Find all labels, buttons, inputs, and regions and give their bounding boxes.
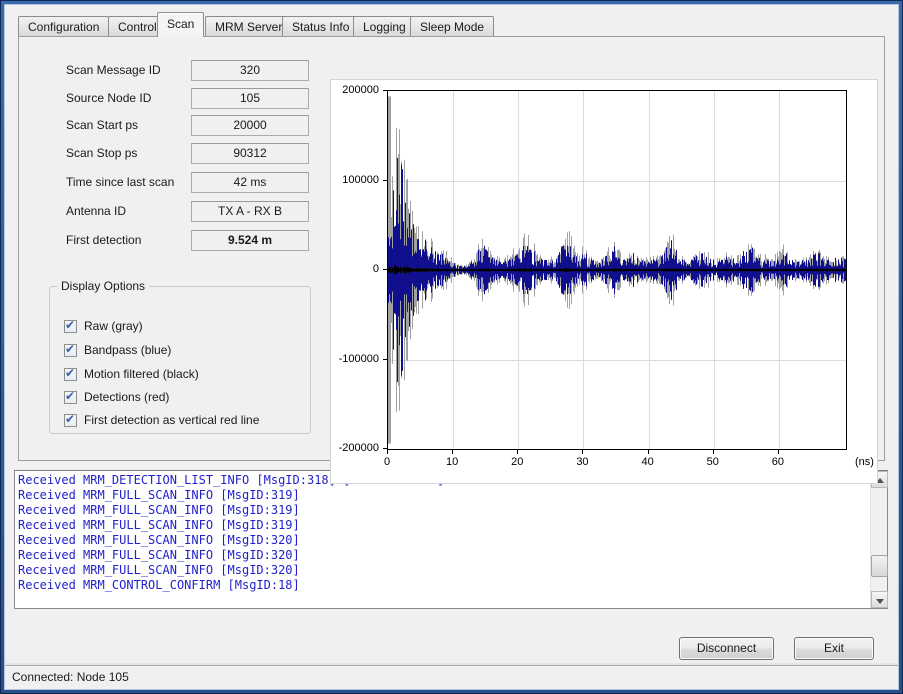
x-axis-unit-label: (ns)	[855, 456, 874, 468]
x-tickmark	[387, 450, 388, 454]
x-tickmark	[713, 450, 714, 454]
arrow-down-icon	[876, 599, 884, 604]
x-tick-label: 60	[761, 456, 795, 468]
checkbox-row-first-detection-line[interactable]: ✔ First detection as vertical red line	[64, 410, 259, 430]
y-tickmark	[383, 180, 387, 181]
first-detection-value[interactable]: 9.524 m	[191, 230, 309, 251]
connection-status-text: Connected: Node 105	[12, 670, 129, 684]
source-node-id-value[interactable]: 105	[191, 88, 309, 109]
checkmark-icon: ✔	[65, 412, 75, 426]
scroll-down-button[interactable]	[871, 591, 888, 608]
tab-mrm-server[interactable]: MRM Server	[205, 16, 292, 37]
tab-logging[interactable]: Logging	[353, 16, 416, 37]
display-options-title: Display Options	[57, 279, 149, 293]
display-options-group: Display Options ✔ Raw (gray) ✔ Bandpass …	[49, 286, 311, 434]
y-tickmark	[383, 90, 387, 91]
y-tickmark	[383, 269, 387, 270]
y-tick-label: -200000	[331, 442, 379, 455]
app-window: Configuration Control Scan MRM Server St…	[0, 0, 903, 694]
x-tick-label: 20	[500, 456, 534, 468]
first-detection-line-checkbox[interactable]: ✔	[64, 414, 77, 427]
y-tickmark	[383, 448, 387, 449]
checkmark-icon: ✔	[65, 366, 75, 380]
log-line: Received MRM_FULL_SCAN_INFO [MsgID:319]	[18, 518, 867, 533]
tab-status-info[interactable]: Status Info	[282, 16, 359, 37]
x-tickmark	[452, 450, 453, 454]
checkmark-icon: ✔	[65, 342, 75, 356]
detections-checkbox-label: Detections (red)	[84, 390, 169, 404]
x-tickmark	[582, 450, 583, 454]
time-since-last-scan-value[interactable]: 42 ms	[191, 172, 309, 193]
raw-checkbox[interactable]: ✔	[64, 320, 77, 333]
x-tick-label: 0	[370, 456, 404, 468]
status-bar: Connected: Node 105	[5, 665, 898, 689]
bandpass-checkbox-label: Bandpass (blue)	[84, 343, 171, 357]
checkmark-icon: ✔	[65, 318, 75, 332]
x-tickmark	[778, 450, 779, 454]
log-line: Received MRM_FULL_SCAN_INFO [MsgID:320]	[18, 548, 867, 563]
x-tick-label: 30	[565, 456, 599, 468]
scan-tab-page: Scan Message ID 320 Source Node ID 105 S…	[18, 36, 885, 461]
checkbox-row-motion-filtered[interactable]: ✔ Motion filtered (black)	[64, 364, 199, 384]
tab-scan[interactable]: Scan	[157, 12, 204, 37]
first-detection-line-checkbox-label: First detection as vertical red line	[84, 413, 259, 427]
scan-waveform-panel: 200000 100000 0 -100000 -200000 0 10 20 30 40 50 6…	[330, 79, 878, 484]
log-line: Received MRM_FULL_SCAN_INFO [MsgID:319]	[18, 488, 867, 503]
scan-stop-label: Scan Stop ps	[66, 143, 196, 164]
source-node-id-label: Source Node ID	[66, 88, 196, 109]
log-lines: Received MRM_DETECTION_LIST_INFO [MsgID:…	[18, 473, 867, 606]
motion-filtered-checkbox[interactable]: ✔	[64, 368, 77, 381]
x-tickmark	[517, 450, 518, 454]
antenna-id-label: Antenna ID	[66, 201, 196, 222]
waveform-svg	[388, 91, 846, 449]
log-line: Received MRM_FULL_SCAN_INFO [MsgID:320]	[18, 563, 867, 578]
time-since-last-scan-label: Time since last scan	[66, 172, 196, 193]
exit-button[interactable]: Exit	[794, 637, 874, 660]
message-log[interactable]: Received MRM_DETECTION_LIST_INFO [MsgID:…	[14, 470, 888, 609]
scrollbar-thumb[interactable]	[871, 555, 888, 577]
x-tickmark	[648, 450, 649, 454]
checkbox-row-raw[interactable]: ✔ Raw (gray)	[64, 316, 143, 336]
log-scrollbar[interactable]	[870, 471, 887, 608]
window-content: Configuration Control Scan MRM Server St…	[5, 5, 898, 689]
scan-message-id-value[interactable]: 320	[191, 60, 309, 81]
x-tick-label: 50	[696, 456, 730, 468]
log-line: Received MRM_FULL_SCAN_INFO [MsgID:320]	[18, 533, 867, 548]
scan-start-label: Scan Start ps	[66, 115, 196, 136]
motion-filtered-checkbox-label: Motion filtered (black)	[84, 367, 199, 381]
log-line: Received MRM_CONTROL_CONFIRM [MsgID:18]	[18, 578, 867, 593]
first-detection-label: First detection	[66, 230, 196, 251]
disconnect-button[interactable]: Disconnect	[679, 637, 774, 660]
log-line: Received MRM_FULL_SCAN_INFO [MsgID:319]	[18, 503, 867, 518]
y-tickmark	[383, 359, 387, 360]
waveform-plot	[387, 90, 847, 450]
y-tick-label: 100000	[331, 174, 379, 187]
y-tick-label: 200000	[331, 84, 379, 97]
x-axis-labels: 0 10 20 30 40 50 60	[331, 456, 879, 470]
detections-checkbox[interactable]: ✔	[64, 391, 77, 404]
checkbox-row-bandpass[interactable]: ✔ Bandpass (blue)	[64, 340, 171, 360]
scan-message-id-label: Scan Message ID	[66, 60, 196, 81]
checkmark-icon: ✔	[65, 389, 75, 403]
antenna-id-value[interactable]: TX A - RX B	[191, 201, 309, 222]
y-axis-labels: 200000 100000 0 -100000 -200000	[331, 80, 383, 485]
tab-sleep-mode[interactable]: Sleep Mode	[410, 16, 494, 37]
bandpass-checkbox[interactable]: ✔	[64, 344, 77, 357]
scan-start-value[interactable]: 20000	[191, 115, 309, 136]
x-tick-label: 10	[435, 456, 469, 468]
raw-checkbox-label: Raw (gray)	[84, 319, 143, 333]
scan-stop-value[interactable]: 90312	[191, 143, 309, 164]
x-tick-label: 40	[631, 456, 665, 468]
checkbox-row-detections[interactable]: ✔ Detections (red)	[64, 387, 169, 407]
tab-configuration[interactable]: Configuration	[18, 16, 109, 37]
y-tick-label: -100000	[331, 353, 379, 366]
y-tick-label: 0	[331, 263, 379, 276]
